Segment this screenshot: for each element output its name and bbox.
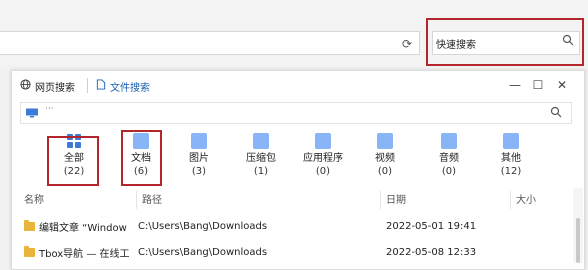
video-icon — [377, 133, 393, 149]
category-video[interactable]: 视频 (0) — [358, 133, 412, 178]
tab-file-search-label: 文件搜索 — [110, 82, 150, 94]
file-search-icon[interactable] — [550, 106, 562, 121]
column-divider — [380, 191, 381, 209]
maximize-icon[interactable]: ☐ — [531, 78, 545, 92]
location-dropdown[interactable]: ··· — [45, 104, 54, 114]
search-icon[interactable] — [562, 34, 574, 49]
table-row[interactable]: Tbox导航 — 在线工 — [24, 244, 136, 260]
application-icon — [315, 133, 331, 149]
row-name: Tbox导航 — 在线工 — [39, 248, 130, 260]
audio-icon — [441, 133, 457, 149]
tab-web-search-label: 网页搜索 — [35, 82, 75, 94]
archive-icon — [253, 133, 269, 149]
category-label: 其他 — [501, 153, 521, 164]
refresh-icon[interactable]: ⟳ — [399, 36, 415, 52]
row-path: C:\Users\Bang\Downloads — [138, 220, 268, 232]
row-date: 2022-05-08 12:33 — [386, 246, 477, 258]
category-other[interactable]: 其他 (12) — [484, 133, 538, 178]
computer-icon[interactable] — [25, 108, 39, 121]
image-icon — [191, 133, 207, 149]
highlight-box-document — [121, 130, 162, 186]
category-label: 视频 — [375, 153, 395, 164]
highlight-box-all — [47, 136, 99, 186]
column-header-path[interactable]: 路径 — [142, 191, 162, 209]
category-count: (0) — [441, 166, 457, 177]
globe-icon — [20, 79, 31, 93]
tab-divider — [87, 78, 88, 93]
category-count: (1) — [253, 166, 269, 177]
other-icon — [503, 133, 519, 149]
row-path: C:\Users\Bang\Downloads — [138, 246, 268, 258]
column-header-size[interactable]: 大小 — [516, 191, 536, 209]
column-header-name[interactable]: 名称 — [24, 191, 44, 209]
folder-icon — [24, 219, 35, 231]
scrollbar-thumb[interactable] — [576, 218, 580, 263]
file-search-input[interactable] — [20, 102, 572, 124]
row-name: 编辑文章 “Window — [39, 222, 127, 234]
close-icon[interactable]: ✕ — [555, 78, 569, 92]
address-bar[interactable] — [0, 31, 420, 55]
category-archive[interactable]: 压缩包 (1) — [234, 133, 288, 178]
category-count: (0) — [377, 166, 393, 177]
folder-icon — [24, 245, 35, 257]
row-date: 2022-05-01 19:41 — [386, 220, 477, 232]
category-count: (0) — [315, 166, 331, 177]
category-label: 应用程序 — [303, 153, 343, 164]
category-application[interactable]: 应用程序 (0) — [296, 133, 350, 178]
minimize-icon[interactable]: — — [508, 78, 522, 92]
category-image[interactable]: 图片 (3) — [172, 133, 226, 178]
quick-search-label: 快速搜索 — [436, 40, 476, 51]
table-row[interactable]: 编辑文章 “Window — [24, 218, 136, 234]
category-label: 图片 — [189, 153, 209, 164]
column-divider — [510, 191, 511, 209]
category-count: (12) — [500, 166, 522, 177]
column-divider — [136, 191, 137, 209]
category-label: 音频 — [439, 153, 459, 164]
category-label: 压缩包 — [246, 153, 276, 164]
tab-file-search[interactable]: 文件搜索 — [96, 78, 150, 94]
tab-web-search[interactable]: 网页搜索 — [20, 78, 75, 94]
category-audio[interactable]: 音频 (0) — [422, 133, 476, 178]
file-icon — [96, 79, 106, 93]
column-header-date[interactable]: 日期 — [386, 191, 406, 209]
category-count: (3) — [191, 166, 207, 177]
